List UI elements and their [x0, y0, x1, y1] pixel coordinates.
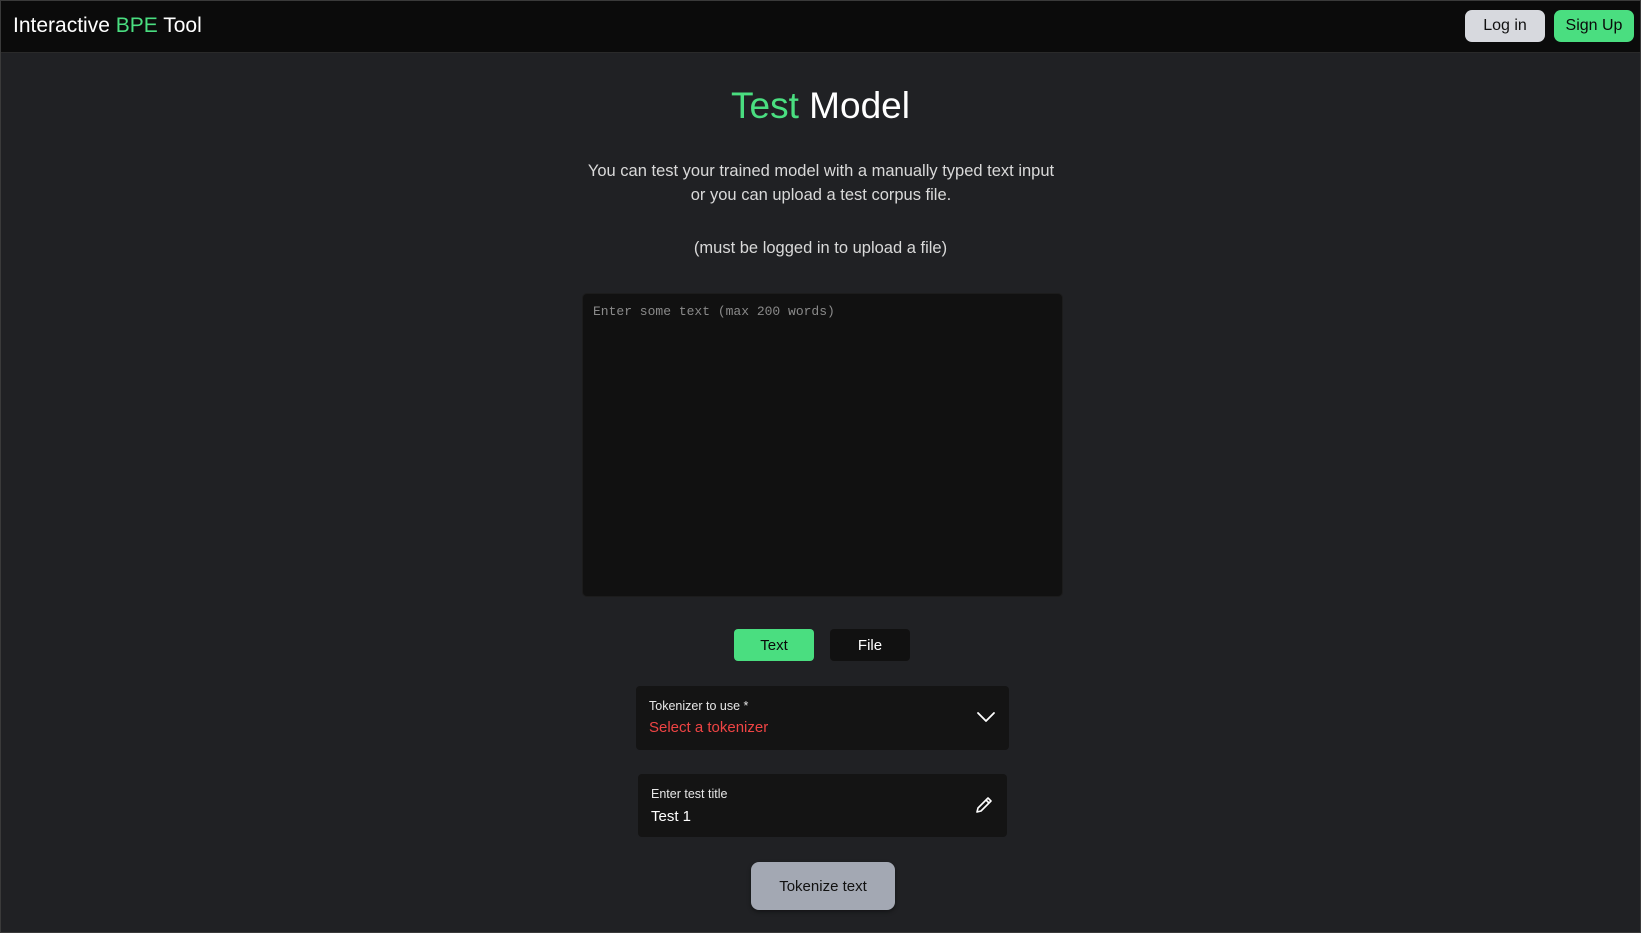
page-title-accent: Test: [731, 85, 799, 126]
brand-prefix: Interactive: [13, 14, 116, 37]
chevron-down-icon[interactable]: [975, 706, 997, 728]
app-window: Interactive BPE Tool Log in Sign Up Test…: [0, 0, 1641, 933]
page-title-rest: Model: [798, 85, 910, 126]
mode-file-button[interactable]: File: [830, 629, 910, 661]
navbar: Interactive BPE Tool Log in Sign Up: [1, 1, 1640, 53]
login-note: (must be logged in to upload a file): [693, 239, 948, 257]
test-title-input[interactable]: Test 1: [651, 808, 691, 825]
test-title-field[interactable]: Enter test title Test 1: [638, 774, 1007, 837]
login-button[interactable]: Log in: [1465, 10, 1545, 42]
description-line-1: You can test your trained model with a m…: [587, 162, 1055, 180]
brand-accent: BPE: [115, 14, 158, 37]
description-line-2: or you can upload a test corpus file.: [690, 186, 952, 204]
brand-logo[interactable]: Interactive BPE Tool: [13, 14, 202, 38]
tokenizer-select-value: Select a tokenizer: [649, 719, 769, 736]
signup-button[interactable]: Sign Up: [1554, 10, 1634, 42]
pencil-icon[interactable]: [973, 794, 995, 816]
brand-suffix: Tool: [157, 14, 202, 37]
text-input[interactable]: [582, 293, 1063, 597]
tokenize-button[interactable]: Tokenize text: [751, 862, 895, 910]
test-title-label: Enter test title: [651, 787, 728, 801]
mode-text-button[interactable]: Text: [734, 629, 814, 661]
page-title: Test Model: [1, 85, 1640, 127]
tokenizer-select[interactable]: Tokenizer to use * Select a tokenizer: [636, 686, 1009, 750]
tokenizer-select-label: Tokenizer to use *: [649, 699, 749, 713]
page-description: You can test your trained model with a m…: [571, 159, 1071, 207]
